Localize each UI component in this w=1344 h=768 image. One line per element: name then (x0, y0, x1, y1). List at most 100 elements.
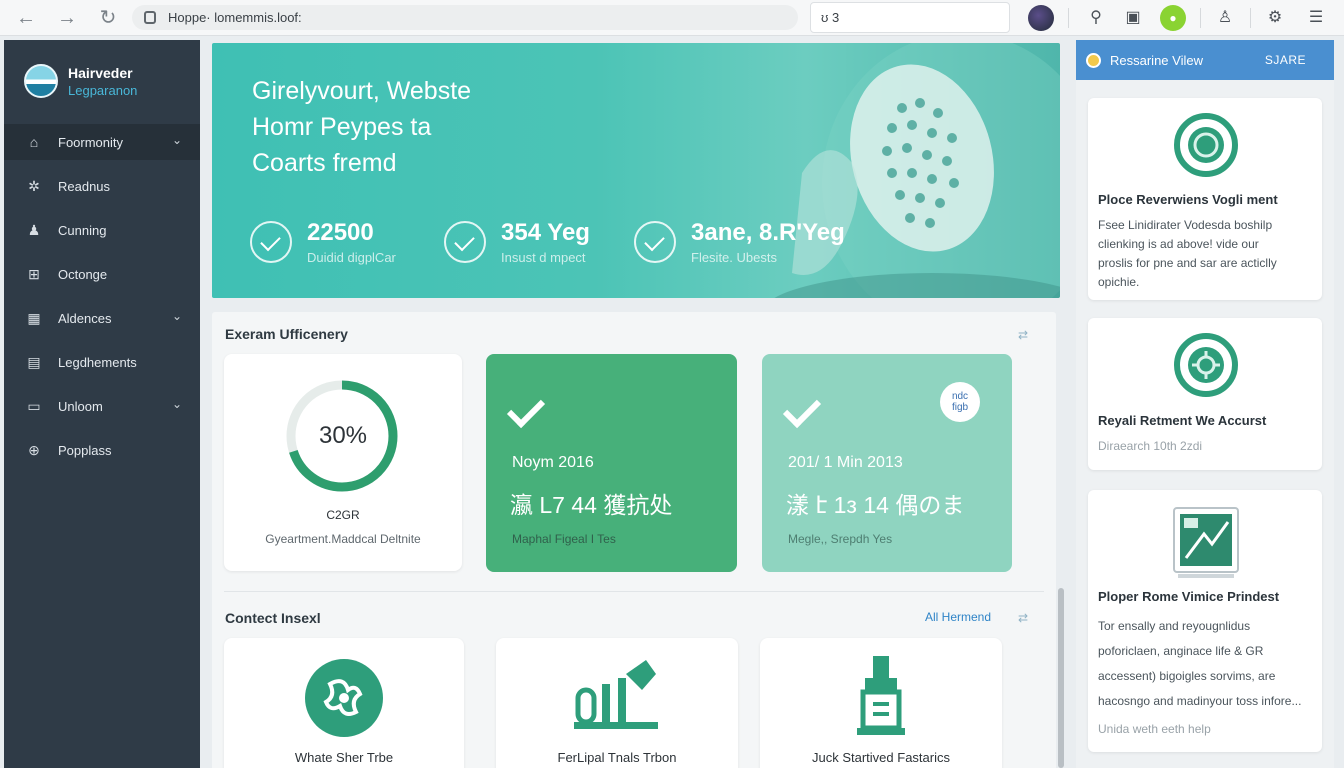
extension-icon[interactable]: ● (1160, 5, 1186, 31)
sidebar-item-foormonity[interactable]: ⌂ Foormonity ⌄ (4, 124, 200, 160)
user-icon[interactable]: ♙ (1212, 5, 1238, 31)
teal-stat-card[interactable]: ndc figb 201/ 1 Min 2013 漾 է 1з 14 偶のま M… (762, 354, 1012, 572)
resource-card-meta: Diraearch 10th 2zdi (1098, 439, 1203, 453)
grid-icon: ⊞ (28, 266, 40, 282)
hero-banner: Girelyvourt, Webste Homr Peypes ta Coart… (212, 43, 1060, 298)
stat-value: 354 Yeg (501, 219, 590, 246)
scrollbar[interactable] (1058, 588, 1064, 768)
brand-logo-icon (24, 64, 58, 98)
content-title: Contect Insexl (225, 610, 321, 626)
find-input[interactable]: ʊ 3 (810, 2, 1010, 33)
tower-icon (857, 656, 905, 735)
content-card[interactable]: FerLipal Tnals Trbon (496, 638, 738, 768)
back-arrow-icon[interactable]: ← (14, 6, 38, 30)
check-circle-icon (444, 221, 486, 263)
card-note: Maphal Figeal I Tes (512, 532, 616, 546)
resource-panel-title: Ressarine Vilew (1110, 53, 1203, 68)
card-date: 201/ 1 Min 2013 (788, 454, 903, 471)
certificate-icon (1173, 507, 1239, 578)
globe-icon: ⊕ (28, 442, 40, 458)
key-icon[interactable]: ⚲ (1083, 5, 1109, 31)
green-stat-card[interactable]: Noym 2016 瀛 L7 44 獲抗处 Maphal Figeal I Te… (486, 354, 737, 572)
sidebar-item-readnus[interactable]: ✲ Readnus (4, 168, 200, 204)
sidebar-item-label: Unloom (58, 399, 103, 414)
card-value: 漾 է 1з 14 偶のま (786, 492, 965, 518)
sidebar-item-label: Cunning (58, 223, 107, 238)
brand[interactable]: Hairveder Legparanon (24, 62, 194, 102)
stat-value: 3ane, 8.R'Yeg (691, 219, 845, 246)
content-card-label: Whate Sher Trbe (294, 750, 394, 765)
resource-card-body: Fsee Linidirater Vodesda boshilp clienki… (1098, 218, 1277, 289)
sidebar-item-label: Readnus (58, 179, 111, 194)
resource-card[interactable]: Reyali Retment We Accurst Diraearch 10th… (1088, 318, 1322, 470)
gear-icon[interactable]: ⚙ (1262, 5, 1288, 31)
resource-panel: Ressarine Vilew SJARE Ploce Reverwiens V… (1076, 40, 1334, 768)
lock-icon (144, 11, 156, 24)
checkmark-icon (506, 389, 546, 429)
chevron-down-icon: ⌄ (171, 397, 182, 411)
card-note: Megle,, Srepdh Yes (788, 532, 893, 546)
hero-title: Girelyvourt, Webste Homr Peypes ta Coart… (252, 77, 472, 177)
resource-card-title: Ploce Reverwiens Vogli ment (1098, 192, 1278, 207)
sidebar-item-unloom[interactable]: ▭ Unloom ⌄ (4, 388, 200, 424)
donut-card[interactable]: 30% C2GR Gyeartment.Maddcal Deltnite (224, 354, 462, 571)
resource-card-title: Ploper Rome Vimice Prindest (1098, 589, 1280, 604)
clipboard-icon[interactable]: ▣ (1120, 5, 1146, 31)
sidebar-item-legdhements[interactable]: ▤ Legdhements (4, 344, 200, 380)
content-card[interactable]: Whate Sher Trbe (224, 638, 464, 768)
chevron-down-icon: ⌄ (171, 309, 182, 323)
all-link[interactable]: All Hermend (925, 610, 991, 624)
calendar-icon: ▦ (27, 310, 41, 326)
donut-subtitle: Gyeartment.Maddcal Deltnite (265, 532, 421, 546)
factory-icon (574, 660, 658, 729)
resource-card[interactable]: Ploper Rome Vimice Prindest Tor ensally … (1088, 490, 1322, 752)
brand-subtitle: Legparanon (68, 83, 138, 98)
sidebar-item-aldences[interactable]: ▦ Aldences ⌄ (4, 300, 200, 336)
resource-icon (1086, 53, 1101, 68)
resource-card-body: Tor ensally and reyougnlidus poforiclaen… (1098, 619, 1302, 708)
toolbar-divider (1250, 8, 1251, 28)
donut-percent: 30% (318, 422, 368, 449)
content-card-label: Juck Startived Fastarics (812, 750, 950, 765)
content-card[interactable]: Juck Startived Fastarics (760, 638, 1002, 768)
hero-image (774, 43, 1060, 298)
card-date: Noym 2016 (512, 454, 594, 471)
home-icon: ⌂ (29, 134, 39, 150)
sidebar-item-label: Aldences (58, 311, 112, 326)
share-button[interactable]: SJARE (1265, 53, 1306, 67)
address-bar[interactable]: Hoppe· lomemmis.loof: (132, 5, 798, 30)
menu-icon[interactable]: ☰ (1303, 5, 1329, 31)
efficiency-title: Exeram Ufficenery (225, 326, 348, 342)
reload-icon[interactable]: ↻ (96, 6, 120, 30)
profile-icon[interactable] (1028, 5, 1054, 31)
sidebar-item-label: Legdhements (58, 355, 137, 370)
donut-caption: C2GR (326, 508, 360, 522)
stat-value: 22500 (307, 219, 374, 246)
expand-icon[interactable]: ⇄ (1018, 328, 1028, 342)
address-text: Hoppe· lomemmis.loof: (168, 10, 302, 25)
toolbar-divider (1200, 8, 1201, 28)
toolbar-divider (1068, 8, 1069, 28)
sidebar-item-octonge[interactable]: ⊞ Octonge (4, 256, 200, 292)
check-circle-icon (250, 221, 292, 263)
pinwheel-icon (305, 659, 383, 737)
chevron-down-icon: ⌄ (171, 133, 182, 147)
check-circle-icon (634, 221, 676, 263)
browser-toolbar: ← → ↻ Hoppe· lomemmis.loof: ʊ 3 ⚲ ▣ ● ♙ … (0, 0, 1344, 36)
forward-arrow-icon[interactable]: → (55, 6, 79, 30)
content-card-label: FerLipal Tnals Trbon (557, 750, 677, 765)
sidebar-item-cunning[interactable]: ♟ Cunning (4, 212, 200, 248)
briefcase-icon: ▤ (27, 354, 41, 370)
resource-panel-header: Ressarine Vilew SJARE (1076, 40, 1334, 80)
sidebar-item-popplass[interactable]: ⊕ Popplass (4, 432, 200, 468)
resource-card-title: Reyali Retment We Accurst (1098, 413, 1267, 428)
sidebar: Hairveder Legparanon ⌂ Foormonity ⌄ ✲ Re… (4, 40, 200, 768)
sidebar-item-label: Popplass (58, 443, 112, 458)
sidebar-item-label: Foormonity (58, 135, 124, 150)
stat-label: Duidid digplCar (307, 250, 396, 265)
expand-icon[interactable]: ⇄ (1018, 611, 1028, 625)
checkmark-icon (782, 389, 822, 429)
resource-card[interactable]: Ploce Reverwiens Vogli ment Fsee Linidir… (1088, 98, 1322, 300)
card-value: 瀛 L7 44 獲抗处 (510, 492, 673, 518)
card-badge: ndc figb (940, 382, 980, 422)
